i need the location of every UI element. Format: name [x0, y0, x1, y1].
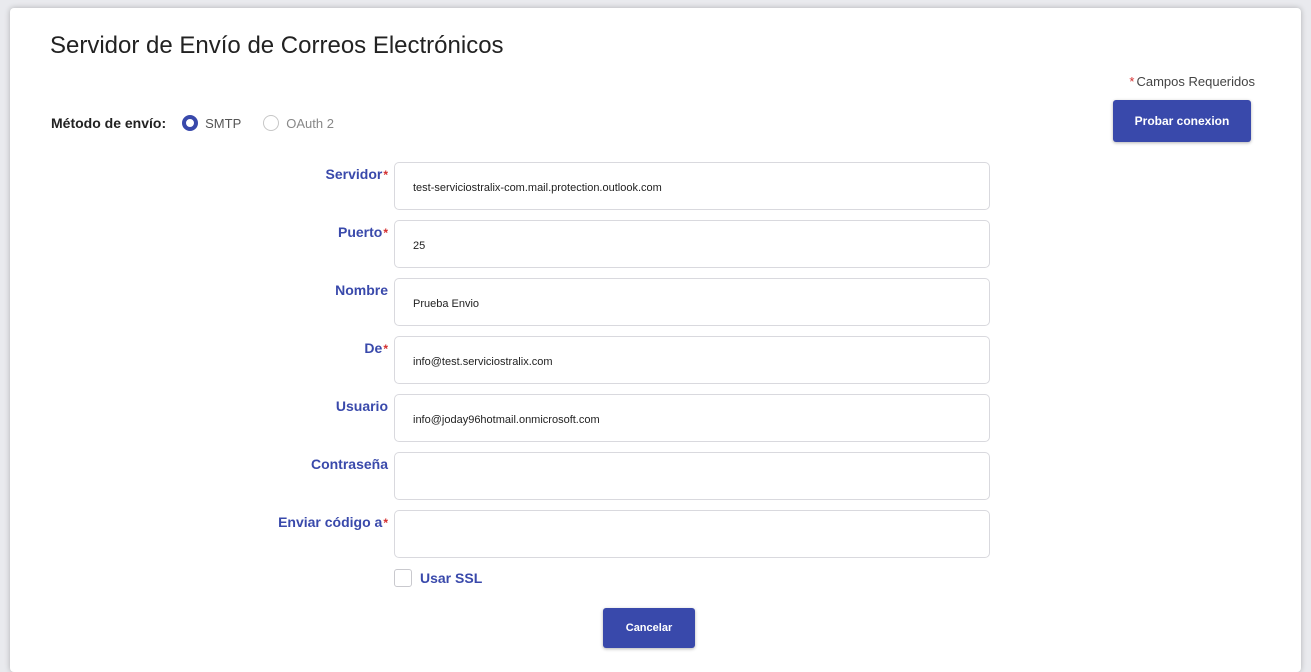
- use-ssl-label: Usar SSL: [420, 570, 483, 586]
- de-input[interactable]: info@test.serviciostralix.com: [394, 336, 990, 384]
- radio-checked-icon[interactable]: [182, 115, 199, 131]
- field-row-contrasena: Contraseña: [10, 452, 1301, 500]
- radio-unchecked-icon[interactable]: [263, 115, 280, 131]
- contrasena-input[interactable]: [394, 452, 990, 500]
- field-row-nombre: Nombre Prueba Envio: [10, 278, 1301, 326]
- radio-smtp-label: SMTP: [205, 115, 242, 131]
- send-method-row: Método de envío: SMTP OAuth 2: [51, 113, 356, 133]
- field-row-usuario: Usuario info@joday96hotmail.onmicrosoft.…: [10, 394, 1301, 442]
- radio-oauth2[interactable]: OAuth 2: [263, 115, 334, 131]
- usuario-input[interactable]: info@joday96hotmail.onmicrosoft.com: [394, 394, 990, 442]
- page-title: Servidor de Envío de Correos Electrónico…: [50, 32, 504, 59]
- required-star: *: [1129, 74, 1135, 89]
- field-row-servidor: Servidor* test-serviciostralix-com.mail.…: [10, 162, 1301, 210]
- enviar-codigo-label: Enviar código a*: [278, 514, 388, 530]
- send-method-label: Método de envío:: [51, 115, 167, 131]
- field-row-enviar-codigo: Enviar código a*: [10, 510, 1301, 558]
- nombre-input[interactable]: Prueba Envio: [394, 278, 990, 326]
- test-connection-button[interactable]: Probar conexion: [1113, 100, 1251, 142]
- field-row-de: De* info@test.serviciostralix.com: [10, 336, 1301, 384]
- field-row-puerto: Puerto* 25: [10, 220, 1301, 268]
- puerto-label: Puerto*: [337, 224, 388, 240]
- use-ssl-option[interactable]: Usar SSL: [394, 569, 482, 587]
- use-ssl-checkbox[interactable]: [394, 569, 412, 587]
- email-server-panel: Servidor de Envío de Correos Electrónico…: [10, 8, 1301, 672]
- servidor-input[interactable]: test-serviciostralix-com.mail.protection…: [394, 162, 990, 210]
- de-label: De*: [364, 340, 388, 356]
- required-fields-note: * Campos Requeridos: [1129, 74, 1255, 89]
- puerto-input[interactable]: 25: [394, 220, 990, 268]
- cancel-button[interactable]: Cancelar: [603, 608, 695, 648]
- servidor-label: Servidor*: [325, 166, 388, 182]
- enviar-codigo-input[interactable]: [394, 510, 990, 558]
- usuario-label: Usuario: [335, 398, 388, 414]
- required-note-text: Campos Requeridos: [1136, 74, 1255, 89]
- radio-smtp[interactable]: SMTP: [182, 115, 241, 131]
- radio-oauth2-label: OAuth 2: [286, 115, 334, 131]
- nombre-label: Nombre: [335, 282, 388, 298]
- contrasena-label: Contraseña: [310, 456, 388, 472]
